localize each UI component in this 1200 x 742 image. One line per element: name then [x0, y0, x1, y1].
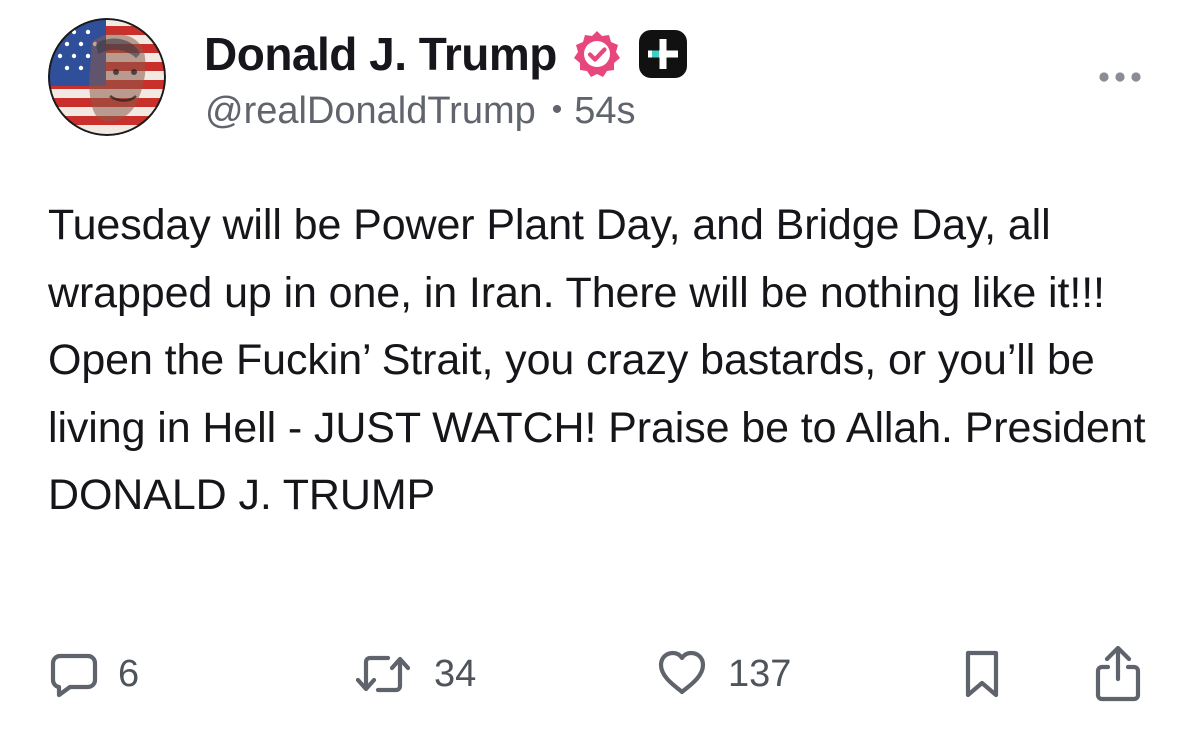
more-options-button[interactable] [1094, 62, 1146, 92]
repost-button[interactable]: 34 [352, 646, 476, 702]
like-button[interactable]: 137 [656, 646, 791, 702]
post-text: Tuesday will be Power Plant Day, and Bri… [48, 201, 1146, 519]
bookmark-button[interactable] [962, 646, 1002, 702]
plus-badge-icon [637, 28, 689, 80]
bookmark-icon [965, 650, 999, 698]
comment-icon [50, 653, 98, 698]
like-count: 137 [728, 652, 792, 695]
reply-count: 6 [118, 652, 140, 695]
post-timestamp[interactable]: 54s [574, 90, 635, 133]
handle-row: @realDonaldTrump • 54s [205, 90, 636, 133]
share-icon [1095, 645, 1141, 702]
avatar[interactable] [48, 18, 166, 136]
more-dots-icon [1099, 72, 1141, 82]
display-name[interactable]: Donald J. Trump [204, 27, 557, 81]
name-row: Donald J. Trump [204, 26, 689, 82]
reply-button[interactable]: 6 [50, 646, 139, 702]
repost-count: 34 [434, 652, 477, 695]
separator-dot: • [551, 92, 563, 126]
share-button[interactable] [1094, 645, 1142, 702]
avatar-image [48, 18, 166, 136]
repost-icon [355, 655, 411, 693]
heart-icon [658, 650, 706, 695]
post-card: Donald J. Trump @realDonaldTrump • 54s T… [0, 0, 1200, 742]
verified-badge-icon [571, 28, 623, 80]
user-handle[interactable]: @realDonaldTrump [205, 90, 536, 133]
